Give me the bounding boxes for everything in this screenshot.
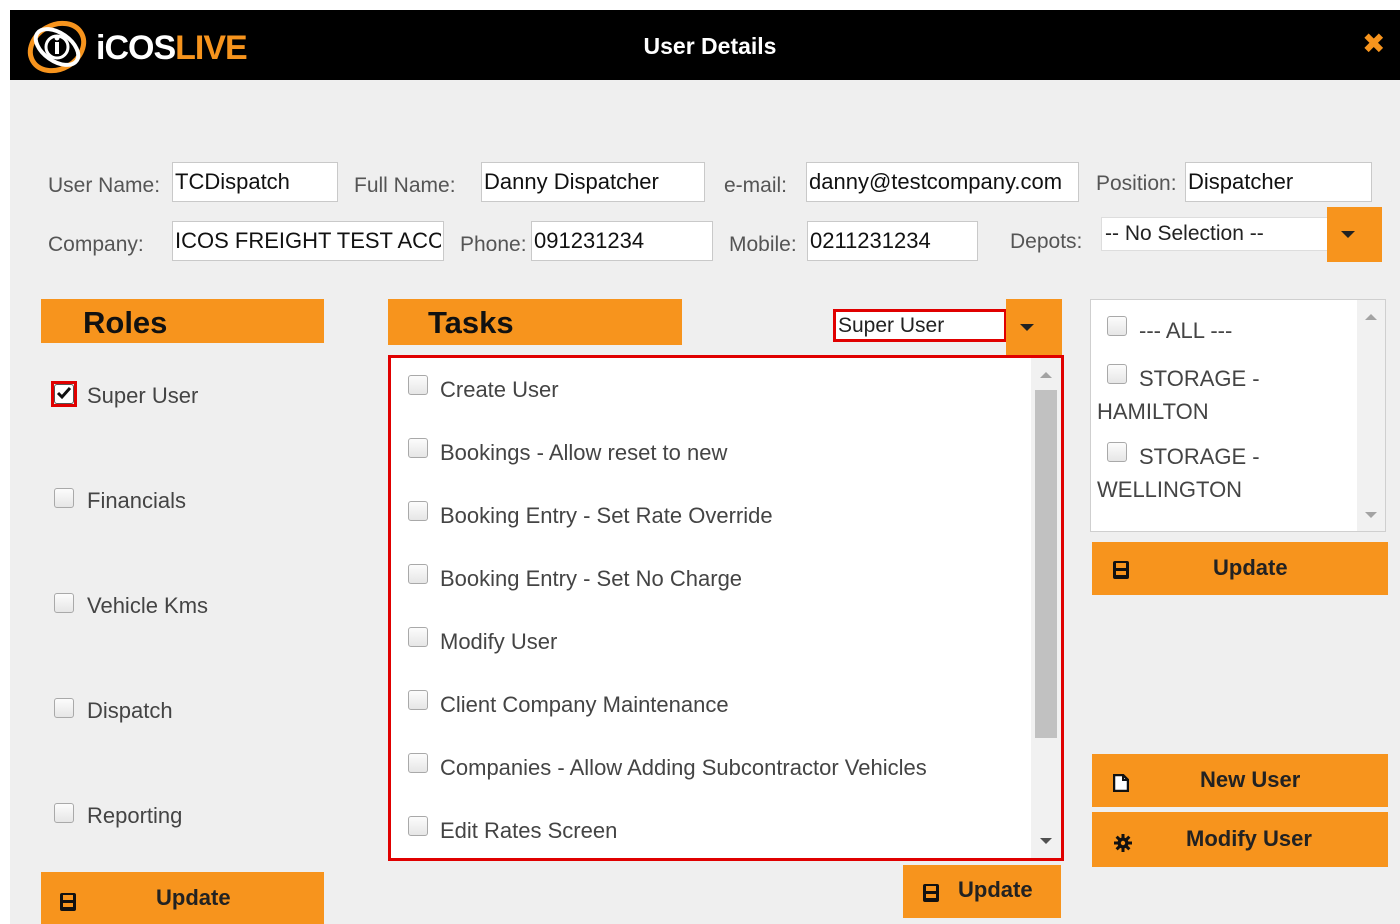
position-label: Position: — [1096, 172, 1177, 195]
depot-label-line2: HAMILTON — [1097, 399, 1209, 424]
scroll-down-icon[interactable] — [1365, 512, 1377, 518]
task-checkbox[interactable] — [408, 564, 428, 584]
gear-icon — [1114, 834, 1132, 852]
role-reporting-checkbox[interactable] — [54, 803, 74, 823]
tasks-update-button[interactable]: Update — [903, 865, 1061, 918]
task-label: Modify User — [440, 629, 558, 654]
depots-dropdown-button[interactable] — [1327, 207, 1382, 262]
depot-checkbox[interactable] — [1107, 364, 1127, 384]
role-label: Super User — [87, 383, 199, 408]
task-checkbox[interactable] — [408, 816, 428, 836]
new-user-button[interactable]: New User — [1092, 754, 1388, 807]
phone-input[interactable] — [531, 221, 713, 261]
logo-icon — [27, 20, 87, 74]
task-checkbox[interactable] — [408, 375, 428, 395]
role-financials-checkbox[interactable] — [54, 488, 74, 508]
tasks-scrollbar[interactable] — [1031, 358, 1061, 858]
tasks-title: Tasks — [428, 305, 514, 340]
task-checkbox[interactable] — [408, 690, 428, 710]
roles-title: Roles — [83, 305, 168, 340]
email-label: e-mail: — [724, 174, 788, 197]
task-label: Companies - Allow Adding Subcontractor V… — [440, 755, 927, 780]
fullname-label: Full Name: — [354, 174, 456, 197]
task-checkbox[interactable] — [408, 627, 428, 647]
caret-down-icon — [1341, 231, 1355, 238]
depot-label: STORAGE - — [1139, 366, 1260, 391]
task-checkbox[interactable] — [408, 438, 428, 458]
scroll-down-icon[interactable] — [1040, 838, 1052, 844]
task-label: Create User — [440, 377, 559, 402]
task-label: Booking Entry - Set Rate Override — [440, 503, 773, 528]
window-title: User Details — [643, 33, 777, 59]
scroll-up-icon[interactable] — [1365, 314, 1377, 320]
task-label: Edit Rates Screen — [440, 818, 618, 843]
username-label: User Name: — [48, 174, 161, 197]
username-input[interactable] — [172, 162, 338, 202]
save-icon — [60, 893, 76, 911]
tasks-list — [388, 355, 1064, 861]
depots-update-button[interactable]: Update — [1092, 542, 1388, 595]
save-icon — [923, 884, 939, 902]
depot-label-line2: WELLINGTON — [1097, 477, 1243, 502]
roles-header: Roles — [41, 299, 324, 343]
logo-text: iCOSLIVE — [96, 29, 248, 67]
scroll-up-icon[interactable] — [1040, 372, 1052, 378]
close-icon[interactable]: ✖ — [1362, 28, 1385, 60]
depot-checkbox[interactable] — [1107, 316, 1127, 336]
roles-update-button[interactable]: Update — [41, 872, 324, 924]
depots-select[interactable]: -- No Selection -- — [1101, 217, 1329, 251]
checkmark-icon — [56, 387, 72, 400]
mobile-label: Mobile: — [729, 233, 797, 256]
email-input[interactable] — [806, 162, 1079, 202]
task-checkbox[interactable] — [408, 501, 428, 521]
company-input[interactable] — [172, 221, 444, 261]
new-file-icon — [1113, 774, 1129, 792]
task-role-select[interactable]: Super User — [833, 309, 1007, 342]
role-label: Financials — [87, 488, 187, 513]
task-label: Bookings - Allow reset to new — [440, 440, 728, 465]
company-label: Company: — [48, 233, 144, 256]
role-label: Vehicle Kms — [87, 593, 209, 618]
depots-label: Depots: — [1010, 230, 1083, 253]
depots-scrollbar[interactable] — [1357, 300, 1385, 531]
tasks-scroll-thumb[interactable] — [1035, 390, 1057, 738]
depot-label: STORAGE - — [1139, 444, 1260, 469]
task-label: Booking Entry - Set No Charge — [440, 566, 743, 591]
depots-update-label: Update — [1213, 555, 1288, 580]
role-super-user-checkbox[interactable] — [54, 384, 74, 404]
modify-user-button[interactable]: Modify User — [1092, 812, 1388, 867]
new-user-label: New User — [1200, 767, 1301, 792]
tasks-header: Tasks — [388, 299, 682, 345]
save-icon — [1113, 561, 1129, 579]
phone-label: Phone: — [460, 233, 527, 256]
roles-update-label: Update — [156, 885, 231, 910]
caret-down-icon — [1020, 324, 1034, 331]
role-dispatch-checkbox[interactable] — [54, 698, 74, 718]
fullname-input[interactable] — [481, 162, 705, 202]
role-vehicle-kms-checkbox[interactable] — [54, 593, 74, 613]
task-label: Client Company Maintenance — [440, 692, 729, 717]
role-label: Dispatch — [87, 698, 173, 723]
task-checkbox[interactable] — [408, 753, 428, 773]
role-super-user-checkbox-highlight — [51, 381, 77, 407]
position-input[interactable] — [1185, 162, 1372, 202]
task-role-dropdown-button[interactable] — [1006, 299, 1062, 355]
mobile-input[interactable] — [807, 221, 978, 261]
role-label: Reporting — [87, 803, 183, 828]
depot-label: --- ALL --- — [1139, 318, 1233, 343]
modify-user-label: Modify User — [1186, 826, 1312, 851]
depot-checkbox[interactable] — [1107, 442, 1127, 462]
tasks-update-label: Update — [958, 877, 1033, 902]
